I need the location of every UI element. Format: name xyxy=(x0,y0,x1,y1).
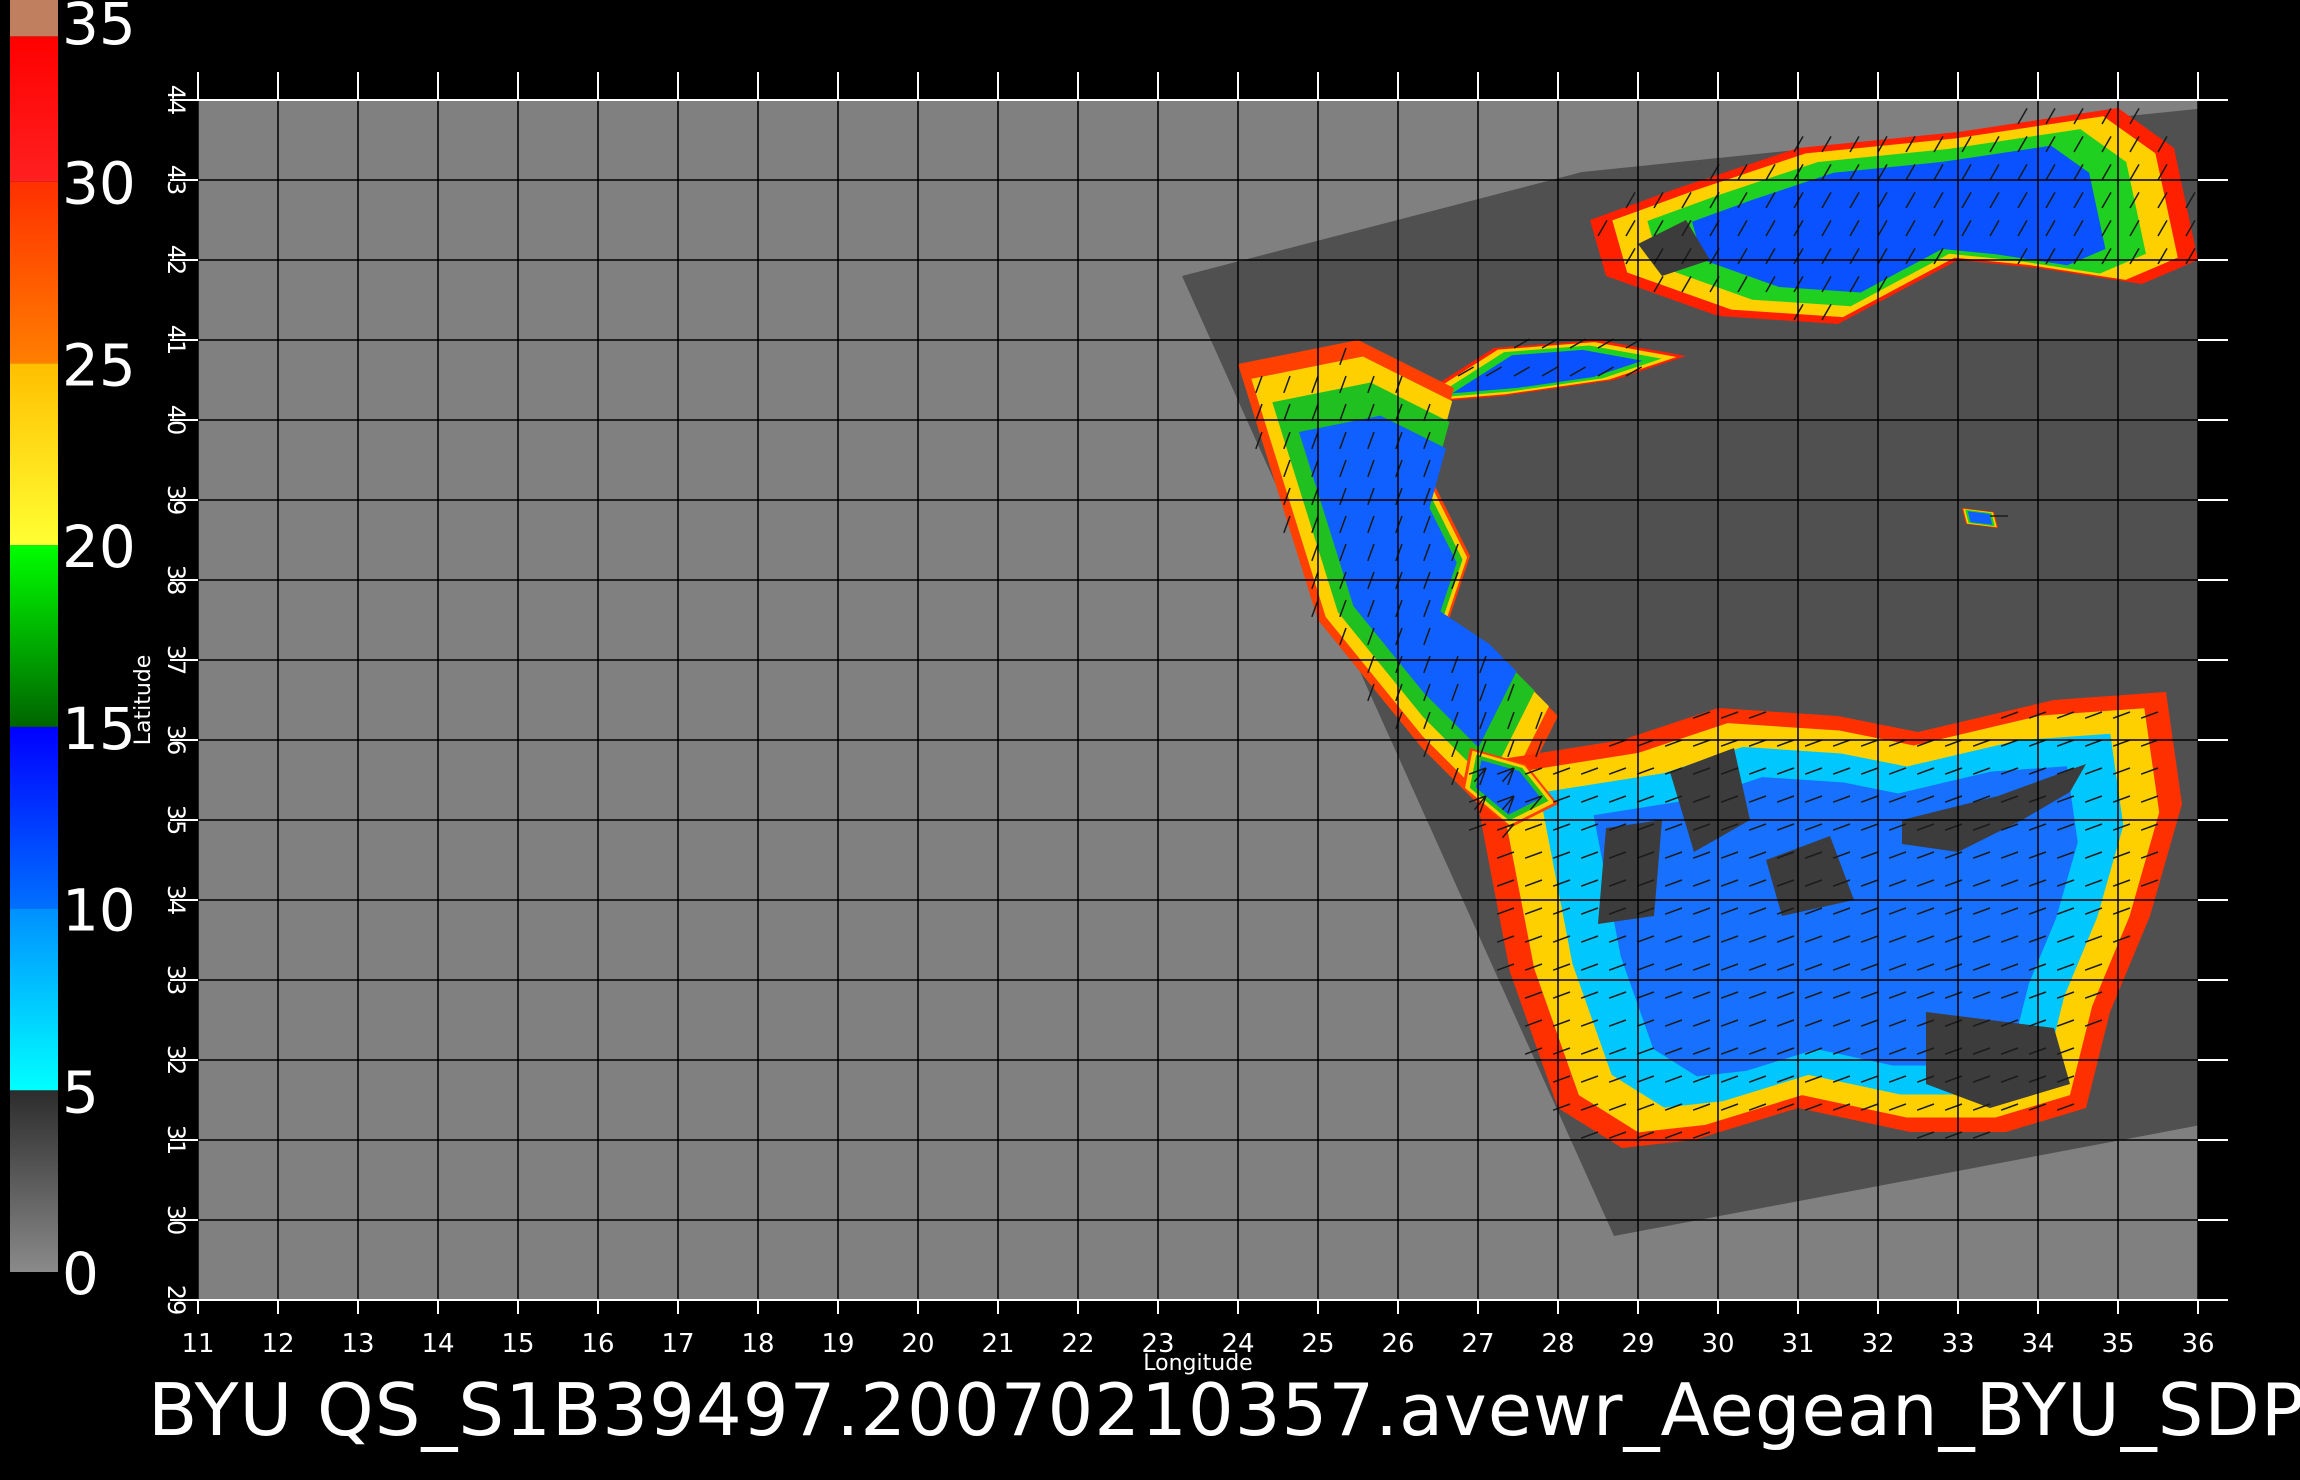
x-tick-label: 18 xyxy=(741,1329,774,1359)
product-title: BYU QS_S1B39497.20070210357.avewr_Aegean… xyxy=(148,1368,2300,1452)
x-tick-label: 34 xyxy=(2021,1329,2054,1359)
wind-speed-color-bar xyxy=(10,0,58,1272)
color-bar-segment xyxy=(10,363,58,546)
levantine-wind-field xyxy=(1470,692,2182,1148)
x-tick-label: 29 xyxy=(1621,1329,1654,1359)
y-tick-label: 32 xyxy=(162,1045,190,1076)
y-tick-label: 38 xyxy=(162,565,190,596)
y-tick-label: 37 xyxy=(162,645,190,676)
x-tick-label: 26 xyxy=(1381,1329,1414,1359)
y-tick-label: 31 xyxy=(162,1125,190,1156)
x-tick-label: 30 xyxy=(1701,1329,1734,1359)
y-tick-label: 33 xyxy=(162,965,190,996)
scatterometer-wind-map: 0 5 10 15 20 25 30 35 11 12 13 14 15 16 17 18 19 20 21 22 2… xyxy=(0,0,2300,1480)
x-tick-label: 15 xyxy=(501,1329,534,1359)
y-tick-label: 42 xyxy=(162,245,190,276)
color-bar-segment xyxy=(10,726,58,909)
x-tick-label: 31 xyxy=(1781,1329,1814,1359)
x-tick-label: 20 xyxy=(901,1329,934,1359)
color-bar-label: 5 xyxy=(62,1058,99,1126)
color-bar-label: 20 xyxy=(62,513,136,581)
color-bar-segment xyxy=(10,181,58,364)
color-bar-segment xyxy=(10,545,58,727)
y-tick-label: 34 xyxy=(162,885,190,916)
y-tick-label: 30 xyxy=(162,1205,190,1236)
color-bar-label: 15 xyxy=(62,695,136,763)
x-tick-label: 28 xyxy=(1541,1329,1574,1359)
y-tick-label: 36 xyxy=(162,725,190,756)
y-tick-label: 44 xyxy=(162,85,190,116)
x-tick-label: 12 xyxy=(261,1329,294,1359)
x-tick-label: 32 xyxy=(1861,1329,1894,1359)
color-bar-segment xyxy=(10,36,58,182)
y-axis-label: Latitude xyxy=(131,655,156,746)
y-tick-label: 39 xyxy=(162,485,190,516)
color-bar-label: 35 xyxy=(62,0,136,58)
x-tick-label: 21 xyxy=(981,1329,1014,1359)
x-tick-label: 11 xyxy=(181,1329,214,1359)
color-bar-label: 25 xyxy=(62,331,136,399)
x-tick-label: 16 xyxy=(581,1329,614,1359)
x-tick-label: 27 xyxy=(1461,1329,1494,1359)
x-tick-label: 25 xyxy=(1301,1329,1334,1359)
x-tick-label: 13 xyxy=(341,1329,374,1359)
x-tick-label: 35 xyxy=(2101,1329,2134,1359)
color-bar-segment xyxy=(10,1090,58,1272)
x-tick-label: 14 xyxy=(421,1329,454,1359)
x-tick-label: 33 xyxy=(1941,1329,1974,1359)
y-tick-label: 41 xyxy=(162,325,190,356)
x-tick-label: 36 xyxy=(2181,1329,2214,1359)
color-bar-segment xyxy=(10,908,58,1091)
y-tick-label: 43 xyxy=(162,165,190,196)
x-tick-label: 22 xyxy=(1061,1329,1094,1359)
x-tick-label: 17 xyxy=(661,1329,694,1359)
y-tick-label: 40 xyxy=(162,405,190,436)
y-tick-label: 35 xyxy=(162,805,190,836)
color-bar-label: 30 xyxy=(62,150,136,218)
x-tick-label: 19 xyxy=(821,1329,854,1359)
color-bar-segment xyxy=(10,0,58,37)
color-bar-label: 0 xyxy=(62,1240,99,1308)
color-bar-label: 10 xyxy=(62,877,136,945)
y-tick-label: 29 xyxy=(162,1285,190,1316)
